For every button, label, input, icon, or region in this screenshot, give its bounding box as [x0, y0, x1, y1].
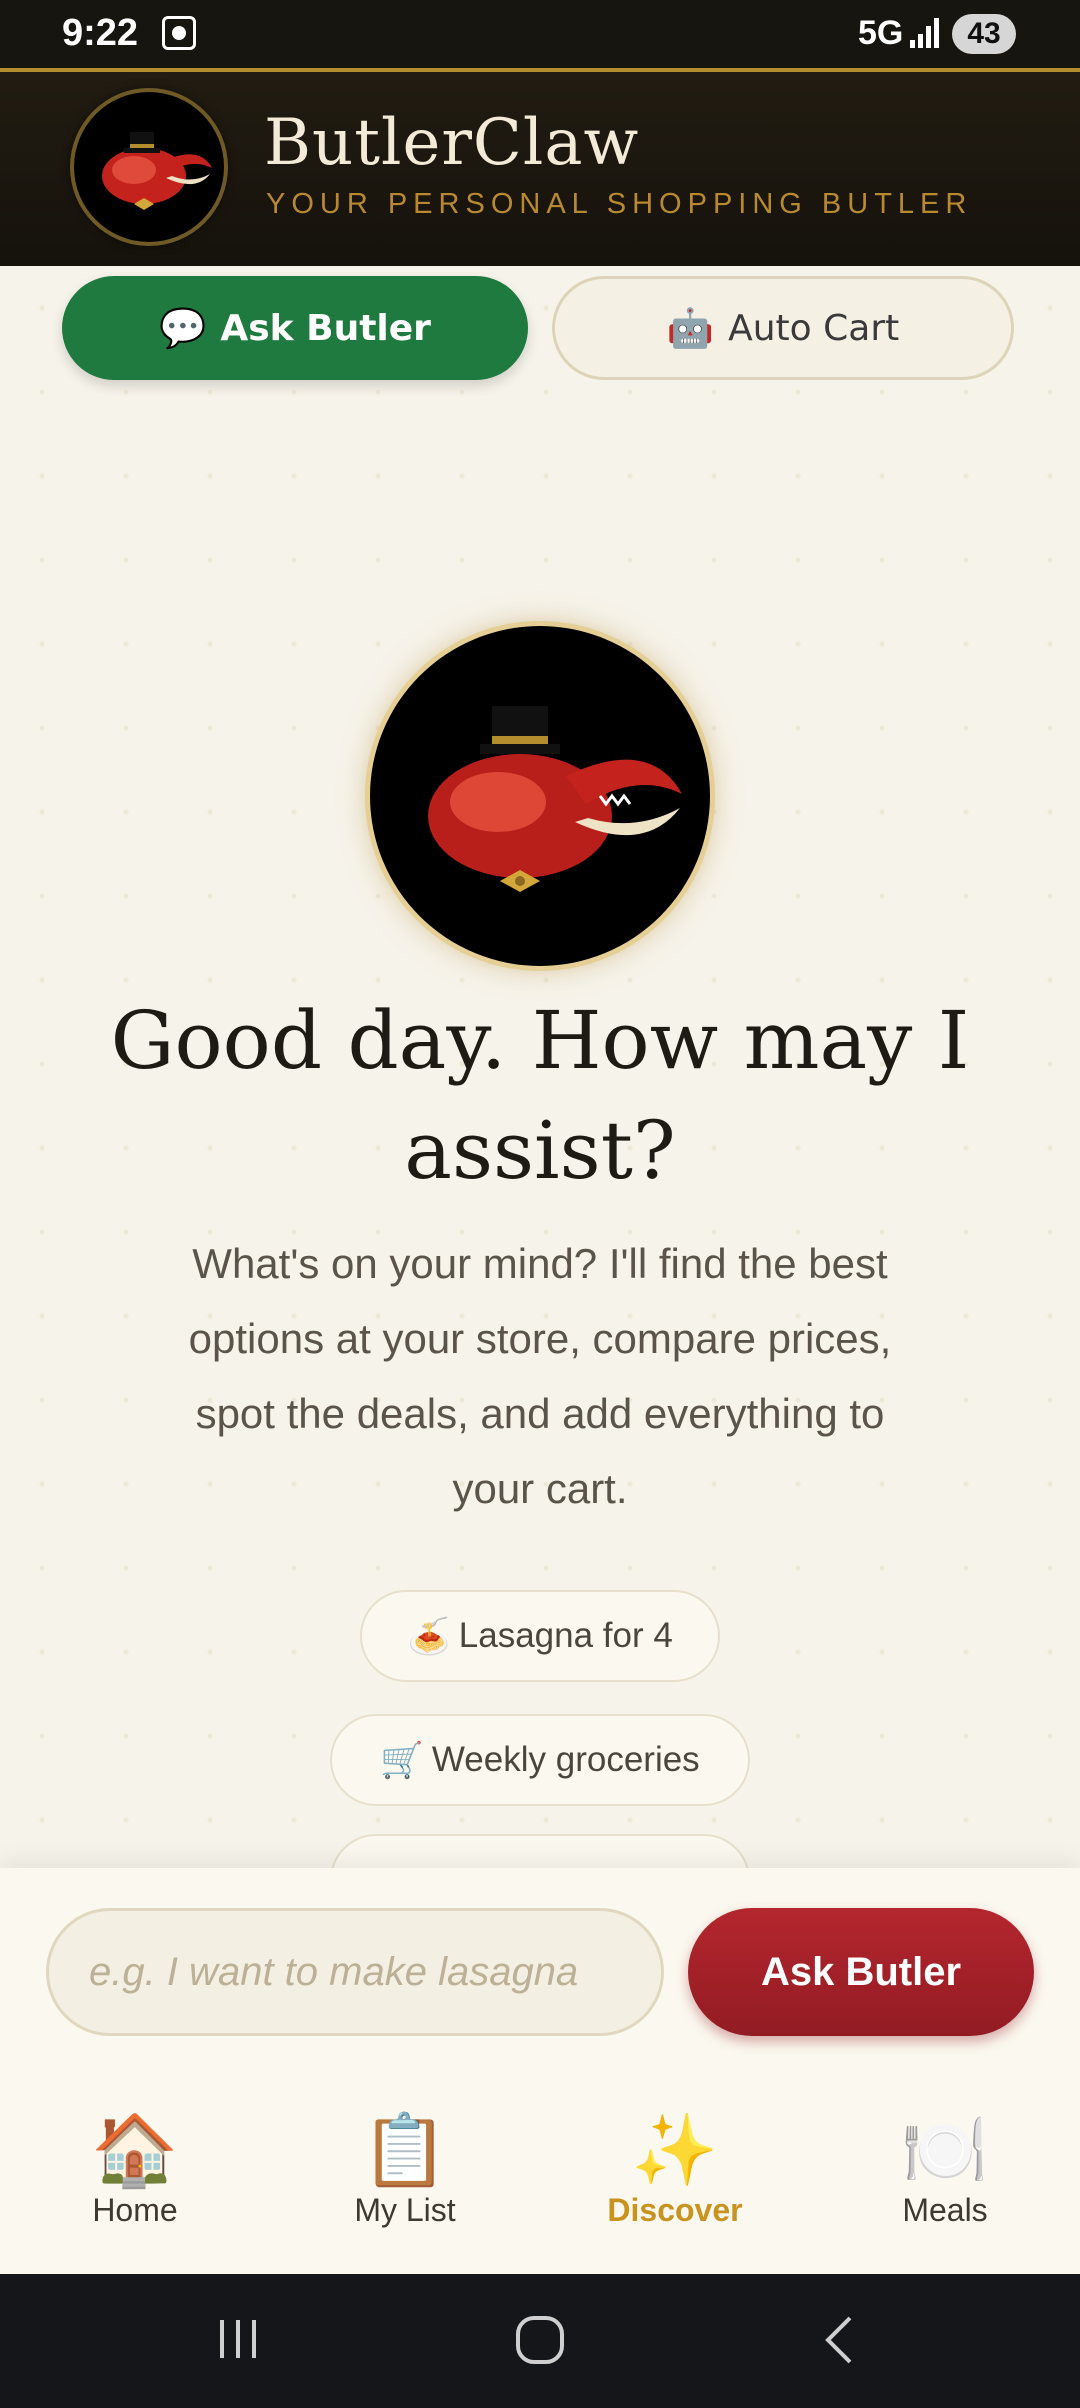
- bottom-nav: 🏠 Home 📋 My List ✨ Discover 🍽️ Meals: [0, 2078, 1080, 2274]
- nav-meals-label: Meals: [902, 2192, 988, 2228]
- suggestion-label: Weekly groceries: [431, 1740, 700, 1779]
- speech-bubble-icon: 💬: [159, 305, 207, 350]
- recent-apps-icon[interactable]: [214, 2314, 264, 2364]
- app-header: ButlerClaw YOUR PERSONAL SHOPPING BUTLER: [0, 68, 1080, 266]
- nav-my-list[interactable]: 📋 My List: [270, 2108, 540, 2258]
- butler-mascot-image: [370, 626, 710, 966]
- suggestion-chip-partial[interactable]: [330, 1834, 750, 1868]
- nav-home-label: Home: [92, 2192, 178, 2228]
- signal-icon: [910, 16, 942, 48]
- nav-discover-label: Discover: [607, 2192, 743, 2228]
- home-icon[interactable]: [514, 2314, 566, 2366]
- suggestion-label: Lasagna for 4: [458, 1616, 673, 1655]
- ask-input[interactable]: [46, 1908, 664, 2036]
- clipboard-icon: 📋: [361, 2111, 449, 2189]
- nav-discover[interactable]: ✨ Discover: [540, 2108, 810, 2258]
- tab-ask-butler-label: Ask Butler: [220, 307, 431, 349]
- spaghetti-icon: 🍝: [407, 1616, 451, 1656]
- nav-my-list-label: My List: [354, 2192, 456, 2228]
- ask-butler-button[interactable]: Ask Butler: [688, 1908, 1034, 2036]
- tab-ask-butler[interactable]: 💬 Ask Butler: [62, 276, 528, 380]
- suggestion-chip-weekly-groceries[interactable]: 🛒 Weekly groceries: [330, 1714, 750, 1806]
- mode-tabs: 💬 Ask Butler 🤖 Auto Cart: [0, 266, 1080, 396]
- app-tagline: YOUR PERSONAL SHOPPING BUTLER: [266, 188, 973, 220]
- sparkles-icon: ✨: [631, 2111, 719, 2189]
- ask-composer: Ask Butler: [0, 1868, 1080, 2080]
- shopping-cart-icon: 🛒: [380, 1740, 424, 1780]
- greeting-heading: Good day. How may I assist?: [110, 994, 970, 1197]
- clock: 9:22: [62, 12, 139, 54]
- discover-content[interactable]: 💬 Ask Butler 🤖 Auto Cart Good day. How m…: [0, 266, 1080, 1868]
- app-title: ButlerClaw: [264, 106, 640, 180]
- house-icon: 🏠: [91, 2111, 179, 2189]
- robot-icon: 🤖: [666, 305, 715, 350]
- tab-auto-cart[interactable]: 🤖 Auto Cart: [552, 276, 1014, 380]
- back-icon[interactable]: [820, 2314, 860, 2366]
- screen-record-icon: [162, 16, 196, 50]
- plate-icon: 🍽️: [901, 2111, 989, 2189]
- status-bar: 9:22 5G 43: [0, 0, 1080, 68]
- network-type: 5G: [858, 14, 904, 52]
- system-nav-bar: [0, 2274, 1080, 2408]
- nav-home[interactable]: 🏠 Home: [0, 2108, 270, 2258]
- tab-auto-cart-label: Auto Cart: [728, 307, 900, 349]
- suggestion-chip-lasagna[interactable]: 🍝 Lasagna for 4: [360, 1590, 720, 1682]
- battery-indicator: 43: [952, 14, 1016, 54]
- nav-meals[interactable]: 🍽️ Meals: [810, 2108, 1080, 2258]
- butler-claw-logo: [74, 92, 224, 242]
- intro-text: What's on your mind? I'll find the best …: [188, 1240, 892, 1512]
